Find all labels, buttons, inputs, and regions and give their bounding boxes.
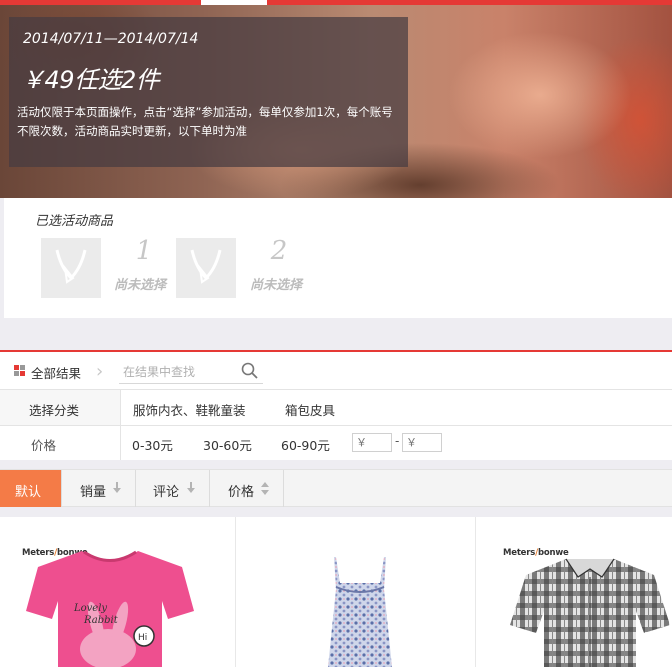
product-card[interactable] <box>236 517 475 667</box>
category-option-apparel[interactable]: 服饰内衣、鞋靴童装 <box>133 400 246 419</box>
sort-default-button[interactable]: 默认 <box>0 470 62 507</box>
product-card[interactable]: Meters/bonwe <box>476 517 672 667</box>
banner-top-strip <box>0 0 672 5</box>
svg-text:Lovely: Lovely <box>73 603 107 614</box>
search-input[interactable] <box>123 363 235 381</box>
sort-default-label: 默认 <box>15 485 42 500</box>
selected-items-label: 已选活动商品 <box>35 214 114 229</box>
category-filter-label: 选择分类 <box>29 403 80 418</box>
price-filter-row: 价格 0-30元 30-60元 60-90元 - <box>0 426 672 460</box>
product-grid: Meters/bonwe Hi Lovely Rabbit Meters/bon… <box>0 517 672 667</box>
pink-t-shirt-image: Hi Lovely Rabbit <box>26 550 194 667</box>
grid-icon <box>14 365 25 376</box>
price-range-0-30[interactable]: 0-30元 <box>132 435 173 454</box>
arrow-down-icon <box>187 482 195 493</box>
slot-2-number: 2 <box>270 236 288 266</box>
category-filter-head: 选择分类 <box>0 390 121 425</box>
arrow-down-icon <box>113 482 121 493</box>
sort-up-icon <box>261 482 269 487</box>
sort-sales-label: 销量 <box>80 485 107 500</box>
hanger-icon <box>190 249 222 284</box>
svg-text:Hi: Hi <box>138 633 147 643</box>
price-filter-label: 价格 <box>31 438 57 453</box>
price-filter-head: 价格 <box>0 426 121 460</box>
banner-top-strip-highlight <box>201 0 267 5</box>
promo-title: ￥49任选2件 <box>21 66 160 94</box>
product-card[interactable]: Meters/bonwe Hi Lovely Rabbit <box>0 517 235 667</box>
search-box <box>119 360 263 384</box>
promo-banner: 2014/07/11—2014/07/14 ￥49任选2件 活动仅限于本页面操作… <box>0 0 672 198</box>
slot-2-status: 尚未选择 <box>249 278 302 293</box>
sort-down-icon <box>261 490 269 495</box>
price-range-30-60[interactable]: 30-60元 <box>203 435 252 454</box>
filter-panel: 全部结果 › 选择分类 服饰内衣、鞋靴童装 箱包皮具 价格 0-30元 30-6… <box>0 350 672 460</box>
sort-price-button[interactable]: 价格 <box>210 470 284 507</box>
search-icon[interactable] <box>241 362 259 380</box>
sort-bar: 默认 销量 评论 价格 <box>0 469 672 507</box>
category-option-bags[interactable]: 箱包皮具 <box>285 400 335 419</box>
hanger-icon <box>55 249 87 284</box>
slot-1-placeholder-image <box>41 238 101 298</box>
slot-1-status: 尚未选择 <box>113 278 166 293</box>
svg-text:Rabbit: Rabbit <box>83 615 119 626</box>
banner-info-box: 2014/07/11—2014/07/14 ￥49任选2件 活动仅限于本页面操作… <box>9 17 408 167</box>
all-results-link[interactable]: 全部结果 <box>31 363 81 382</box>
price-min-input[interactable] <box>352 433 392 452</box>
sort-sales-button[interactable]: 销量 <box>62 470 136 507</box>
selected-items-panel: 已选活动商品 1 尚未选择 2 尚未选择 <box>4 198 672 318</box>
promo-description: 活动仅限于本页面操作，点击“选择”参加活动，每单仅参加1次，每个账号不限次数，活… <box>17 105 393 138</box>
plaid-shirt-image <box>510 558 670 667</box>
floral-dress-image <box>328 557 392 667</box>
price-range-60-90[interactable]: 60-90元 <box>281 435 330 454</box>
category-options: 服饰内衣、鞋靴童装 箱包皮具 <box>121 390 672 425</box>
sort-reviews-button[interactable]: 评论 <box>136 470 210 507</box>
sort-price-label: 价格 <box>228 485 255 500</box>
sort-reviews-label: 评论 <box>153 485 180 500</box>
promo-date-range: 2014/07/11—2014/07/14 <box>23 31 199 47</box>
breadcrumb: 全部结果 › <box>0 352 672 390</box>
price-range-dash: - <box>395 434 400 448</box>
price-max-input[interactable] <box>402 433 442 452</box>
slot-2-placeholder-image <box>176 238 236 298</box>
chevron-right-icon: › <box>96 361 104 382</box>
slot-1-number: 1 <box>135 236 153 266</box>
category-filter-row: 选择分类 服饰内衣、鞋靴童装 箱包皮具 <box>0 390 672 426</box>
